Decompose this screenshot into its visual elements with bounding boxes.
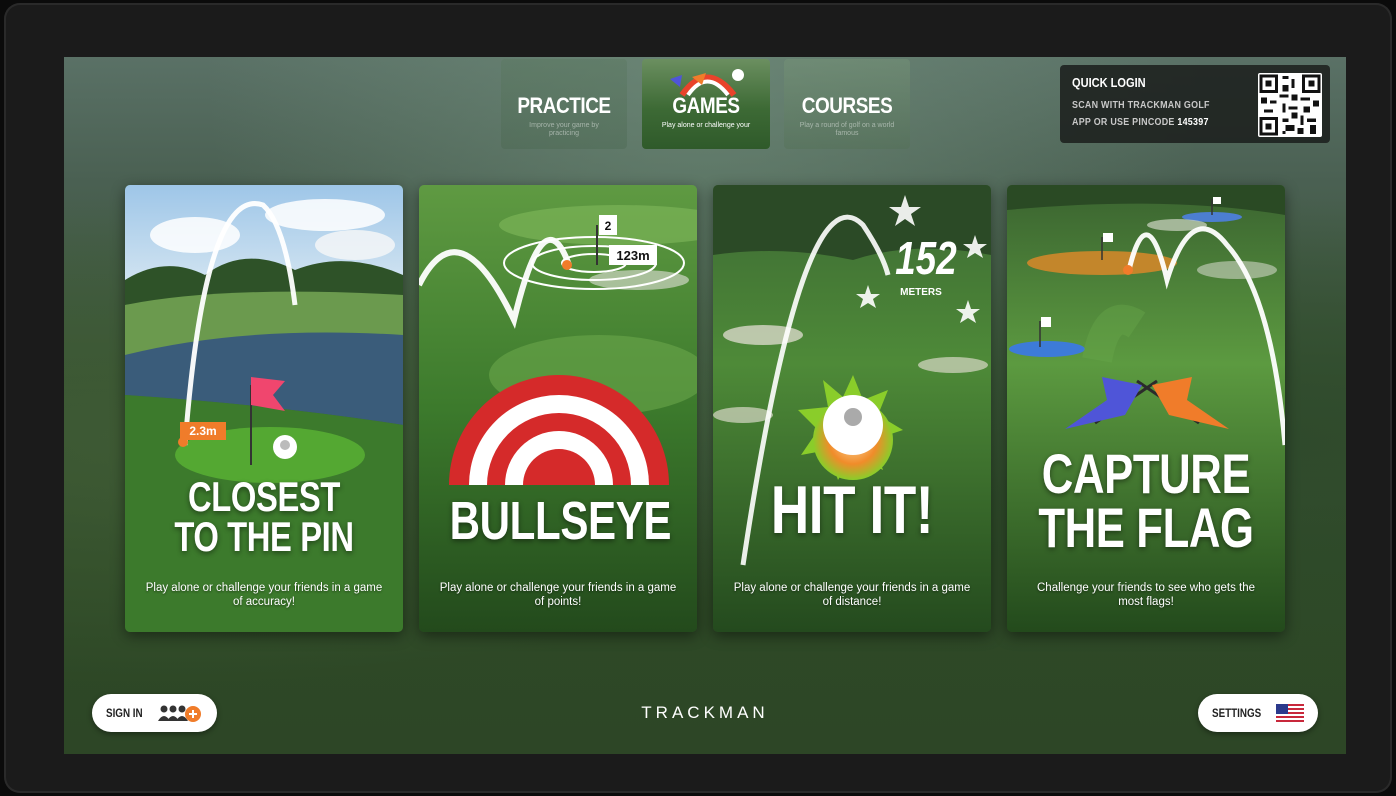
tab-games[interactable]: GAMES Play alone or challenge your — [642, 59, 770, 149]
pincode-prefix: APP OR USE PINCODE — [1072, 116, 1175, 128]
game-menu-screen: PRACTICE Improve your game by practicing… — [64, 57, 1346, 754]
tab-courses-label: COURSES — [801, 93, 893, 118]
quick-login-title: QUICK LOGIN — [1072, 75, 1146, 90]
pincode-value: 145397 — [1177, 116, 1209, 128]
card-title-closest: CLOSEST TO THE PIN — [156, 473, 373, 560]
accuracy-distance-badge: 2.3m — [189, 424, 217, 438]
us-flag-icon — [1276, 704, 1304, 722]
game-card-capture-the-flag[interactable]: CAPTURE THE FLAG Challenge your friends … — [1007, 185, 1285, 632]
tab-games-subtitle: Play alone or challenge your — [661, 122, 751, 129]
card-title-line1: HIT IT! — [770, 472, 934, 548]
card-title-line1: BULLSEYE — [449, 491, 672, 551]
card-description: Play alone or challenge your friends in … — [145, 582, 383, 608]
quick-login-panel: QUICK LOGIN SCAN WITH TRACKMAN GOLF APP … — [1060, 65, 1330, 143]
card-title-capture: CAPTURE THE FLAG — [1038, 442, 1255, 559]
card-title-line2: TO THE PIN — [174, 513, 354, 560]
card-title-line2: THE FLAG — [1038, 496, 1254, 559]
tab-practice[interactable]: PRACTICE Improve your game by practicing — [501, 59, 627, 149]
tab-courses-subtitle: Play a round of golf on a world famous — [799, 122, 895, 137]
tab-practice-subtitle: Improve your game by practicing — [529, 122, 599, 137]
settings-label: SETTINGS — [1212, 706, 1262, 720]
game-card-bullseye[interactable]: 2 123m BULLSEYE Play alone or challenge … — [419, 185, 697, 632]
tab-games-label: GAMES — [672, 93, 740, 118]
game-card-closest-to-the-pin[interactable]: 2.3m CLOSEST TO THE PIN Play alone or ch… — [125, 185, 403, 632]
quick-login-pincode-line: APP OR USE PINCODE 145397 — [1072, 116, 1209, 128]
distance-unit: METERS — [900, 287, 942, 298]
distance-value: 152 — [895, 232, 957, 284]
card-title-line1: CLOSEST — [187, 473, 340, 520]
tab-practice-label: PRACTICE — [517, 93, 611, 118]
card-title-line1: CAPTURE — [1041, 442, 1251, 505]
closest-to-pin-illustration — [125, 185, 403, 632]
qr-code-icon[interactable] — [1258, 73, 1322, 137]
card-description: Play alone or challenge your friends in … — [733, 582, 971, 608]
game-card-hit-it[interactable]: 152 METERS HIT IT! Play alone or challen… — [713, 185, 991, 632]
trackman-logo: TRACKMAN — [641, 703, 769, 722]
tab-courses[interactable]: COURSES Play a round of golf on a world … — [784, 59, 910, 149]
card-title-bullseye: BULLSEYE — [449, 491, 672, 551]
card-description: Play alone or challenge your friends in … — [439, 582, 677, 608]
card-description: Challenge your friends to see who gets t… — [1037, 582, 1255, 608]
capture-the-flag-illustration — [1007, 185, 1285, 632]
target-distance-label: 123m — [616, 248, 650, 263]
settings-button[interactable]: SETTINGS — [1198, 694, 1318, 732]
card-title-hit-it: HIT IT! — [744, 475, 961, 545]
quick-login-instructions: SCAN WITH TRACKMAN GOLF — [1072, 99, 1210, 111]
target-flag-number: 2 — [604, 219, 612, 233]
